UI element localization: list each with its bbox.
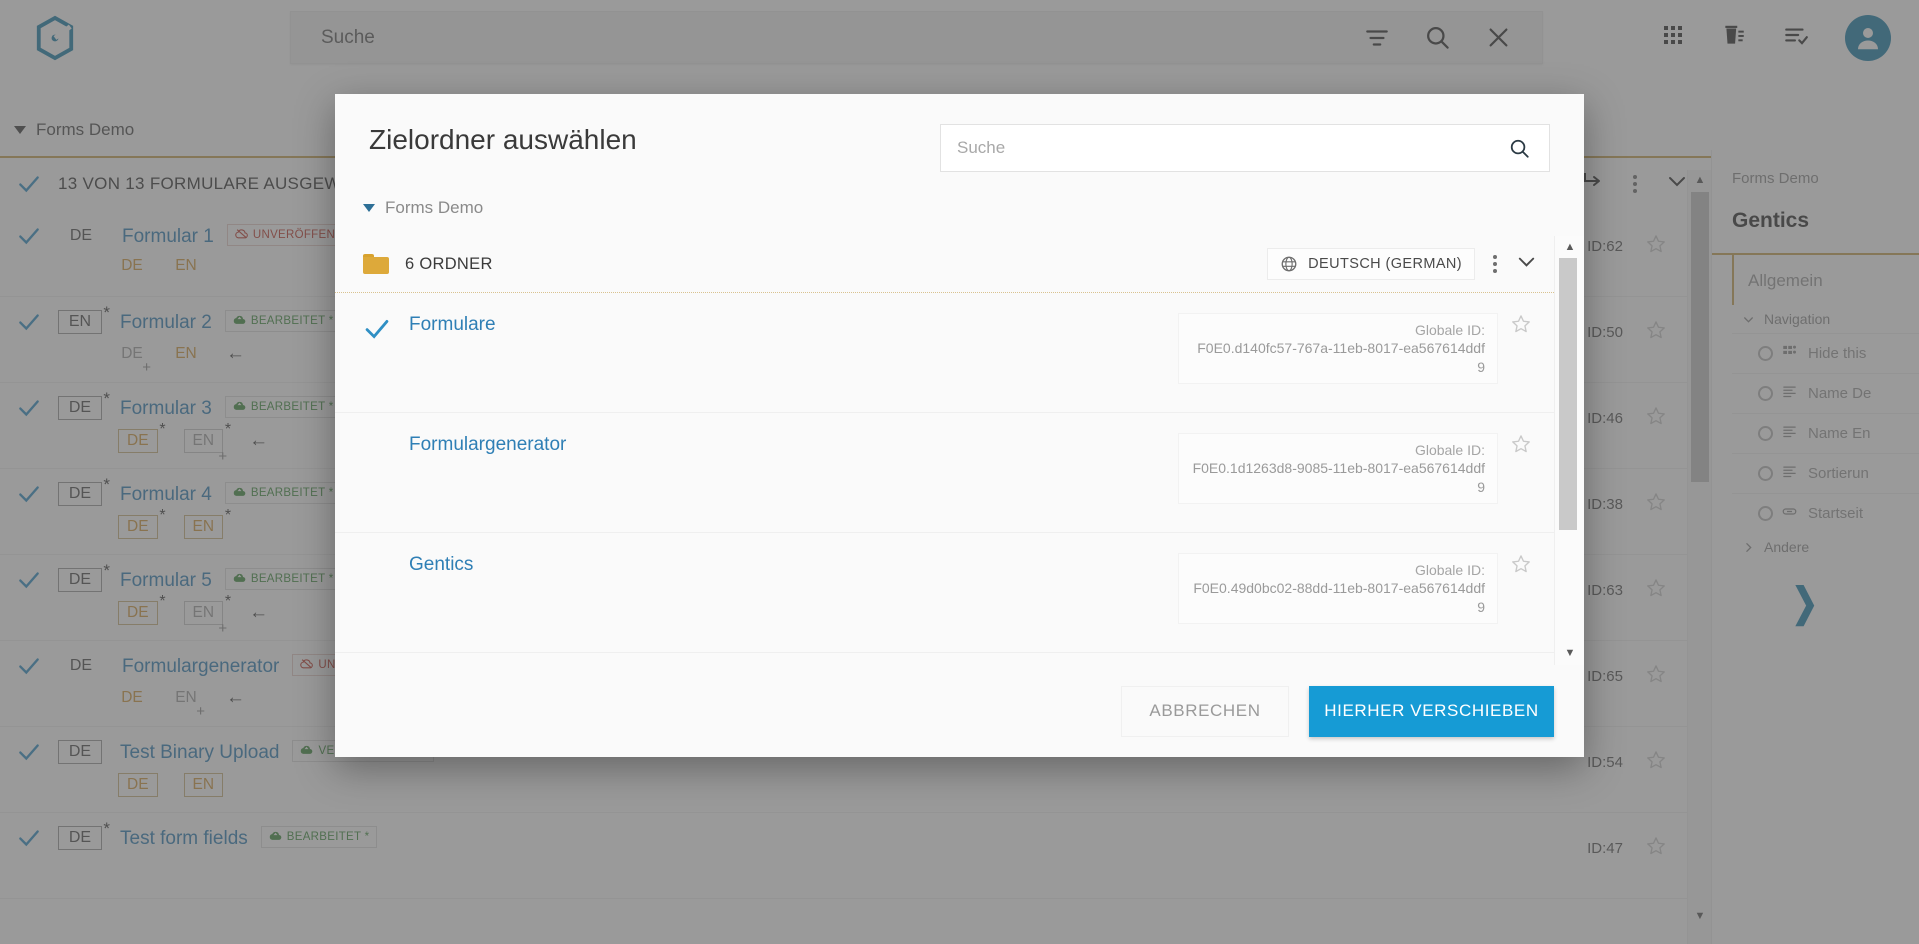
move-here-button[interactable]: HIERHER VERSCHIEBEN: [1309, 685, 1554, 737]
folder-icon: [363, 254, 389, 274]
folder-count-label: 6 ORDNER: [405, 254, 493, 273]
folder-row[interactable]: Formulargenerator Globale ID: F0E0.1d1263d…: [335, 413, 1554, 533]
folder-row-list[interactable]: Formulare Globale ID: F0E0.d140fc57-767a-1…: [335, 293, 1554, 665]
folder-tree[interactable]: 6 ORDNER DEUTSCH (GERMAN) Formulare Glob…: [335, 236, 1554, 665]
star-outline-icon[interactable]: [1510, 553, 1532, 580]
chevron-down-icon[interactable]: [1515, 250, 1538, 278]
language-selector[interactable]: DEUTSCH (GERMAN): [1267, 248, 1475, 280]
globe-icon: [1281, 256, 1297, 272]
folder-name[interactable]: Gentics: [409, 553, 473, 576]
folder-selected-checkmark-icon[interactable]: [363, 313, 409, 348]
scroll-down-icon[interactable]: ▼: [1555, 647, 1584, 659]
dialog-search-input[interactable]: Suche: [941, 138, 1508, 158]
search-icon[interactable]: [1508, 137, 1549, 160]
chevron-down-icon: [363, 204, 375, 212]
folder-name[interactable]: Formulargenerator: [409, 433, 566, 456]
dialog-breadcrumb-label: Forms Demo: [385, 198, 484, 217]
folder-global-id: Globale ID: F0E0.d140fc57-767a-11eb-8017-…: [1178, 313, 1498, 385]
dialog-search-box[interactable]: Suche: [940, 124, 1550, 172]
folder-name[interactable]: Formulare: [409, 313, 496, 336]
folder-selected-checkmark-icon[interactable]: [363, 553, 409, 555]
folder-selected-checkmark-icon[interactable]: [363, 433, 409, 435]
folder-row[interactable]: Gentics Globale ID: F0E0.49d0bc02-88dd-11e…: [335, 533, 1554, 653]
scroll-up-icon[interactable]: ▲: [1555, 241, 1584, 253]
select-target-folder-dialog: Zielordner auswählen Suche Forms Demo 6 …: [335, 94, 1584, 757]
global-id-label: Globale ID:: [1414, 562, 1485, 578]
global-id-label: Globale ID:: [1414, 322, 1485, 338]
folder-row[interactable]: Formulare Globale ID: F0E0.d140fc57-767a-1…: [335, 293, 1554, 413]
more-vertical-icon[interactable]: [1493, 255, 1497, 273]
folder-row[interactable]: HomeGlobale ID:: [335, 653, 1554, 665]
star-outline-icon[interactable]: [1510, 313, 1532, 340]
dialog-breadcrumb[interactable]: Forms Demo: [335, 172, 1584, 218]
dialog-scrollbar-thumb[interactable]: [1559, 258, 1577, 530]
star-outline-icon[interactable]: [1510, 433, 1532, 460]
folder-tree-body: 6 ORDNER DEUTSCH (GERMAN) Formulare Glob…: [335, 236, 1584, 665]
folder-global-id: Globale ID: F0E0.1d1263d8-9085-11eb-8017-…: [1178, 433, 1498, 505]
global-id-label: Globale ID:: [1414, 442, 1485, 458]
cancel-button[interactable]: ABBRECHEN: [1121, 685, 1289, 737]
dialog-header: Zielordner auswählen Suche: [335, 94, 1584, 172]
dialog-footer: ABBRECHEN HIERHER VERSCHIEBEN: [335, 665, 1584, 757]
language-label: DEUTSCH (GERMAN): [1308, 256, 1462, 272]
folder-global-id: Globale ID: F0E0.49d0bc02-88dd-11eb-8017-…: [1178, 553, 1498, 625]
dialog-scrollbar[interactable]: ▲ ▼: [1554, 236, 1584, 665]
folder-group-header[interactable]: 6 ORDNER DEUTSCH (GERMAN): [335, 236, 1554, 293]
dialog-title: Zielordner auswählen: [369, 124, 637, 155]
